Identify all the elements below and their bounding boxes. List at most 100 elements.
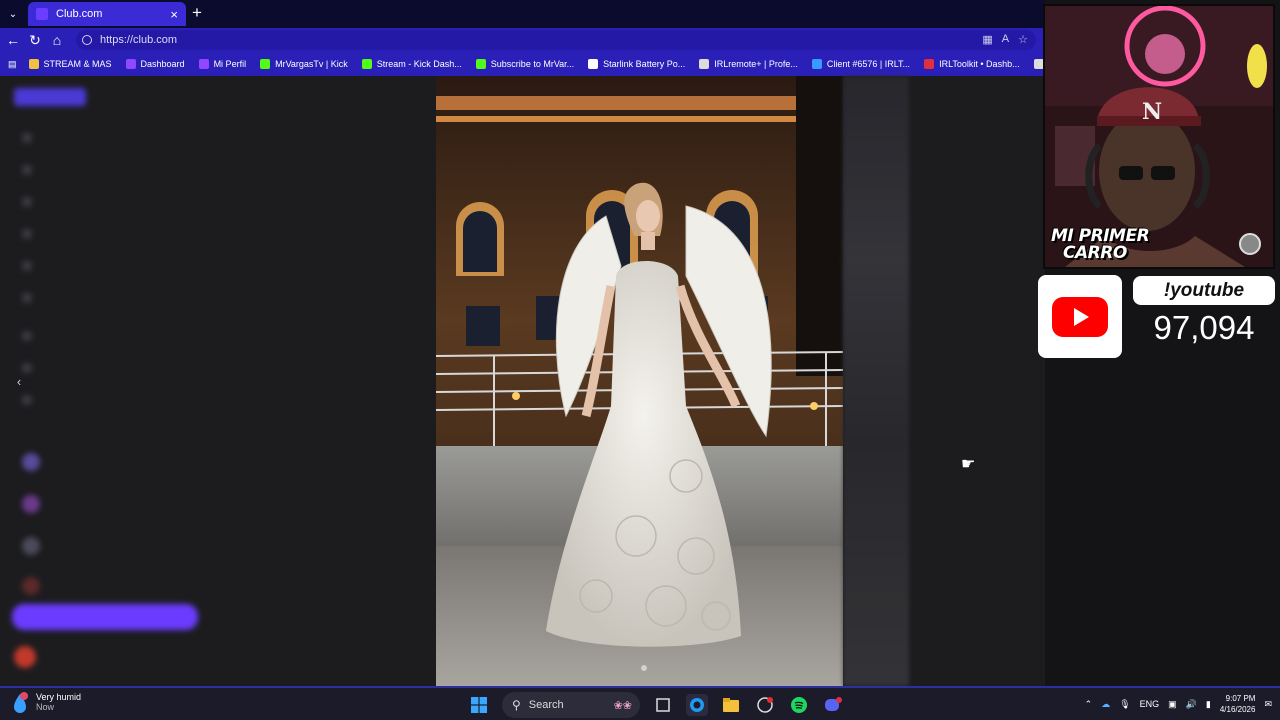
url-text: https://club.com	[100, 34, 178, 46]
svg-text:N: N	[1142, 99, 1162, 125]
hand-cursor-icon: ☛	[961, 456, 976, 473]
taskbar-search[interactable]: ⚲ Search ❀❀	[502, 692, 640, 718]
bookmark-label: Client #6576 | IRLT...	[826, 59, 911, 69]
sidebar-user[interactable]	[22, 537, 56, 555]
windows-taskbar: Very humid Now ⚲ Search ❀❀ ⌃ ☁ 🎙 ENG ▣ 🔊…	[0, 686, 1280, 720]
blurred-sidebar	[0, 76, 210, 686]
sidebar-item[interactable]	[22, 260, 48, 272]
bookmark-favicon-icon	[125, 59, 136, 69]
bookmark-label: Mi Perfil	[213, 59, 247, 69]
bookmark-favicon-icon	[361, 59, 372, 69]
edge-browser-icon[interactable]	[686, 694, 708, 716]
bookmark-favicon-icon	[260, 59, 271, 69]
file-explorer-icon[interactable]	[720, 694, 742, 716]
bookmark-label: Starlink Battery Po...	[603, 59, 686, 69]
tab-list-chevron-icon[interactable]: ⌄	[4, 5, 22, 23]
bookmark-favicon-icon	[699, 59, 710, 69]
sidebar-item[interactable]	[22, 228, 48, 240]
bookmark-item[interactable]: Starlink Battery Po...	[588, 59, 685, 69]
bookmark-label: IRLToolkit • Dashb...	[939, 59, 1020, 69]
bookmark-favicon-icon	[475, 59, 486, 69]
bookmark-label: Subscribe to MrVar...	[490, 59, 575, 69]
read-aloud-icon[interactable]: A	[1002, 33, 1009, 46]
sidebar-user[interactable]	[22, 495, 56, 513]
bookmark-favicon-icon	[924, 59, 935, 69]
new-tab-button[interactable]: +	[192, 4, 202, 22]
discord-icon[interactable]	[822, 694, 844, 716]
notifications-icon[interactable]: ✉	[1264, 699, 1272, 710]
youtube-logo	[1038, 275, 1122, 358]
blurred-cta-button[interactable]	[12, 604, 198, 630]
sidebar-item[interactable]	[22, 394, 48, 406]
bookmark-item[interactable]: MrVargasTv | Kick	[260, 59, 348, 69]
photo-illustration	[436, 76, 843, 686]
address-bar[interactable]: https://club.com ▦ A ☆	[76, 30, 1036, 50]
weather-icon	[10, 692, 30, 713]
youtube-command-label: !youtube	[1133, 276, 1275, 305]
sidebar-user[interactable]	[22, 577, 56, 595]
sidebar-toggle-icon[interactable]: ▤	[8, 59, 17, 70]
bookmark-label: STREAM & MAS	[43, 59, 112, 69]
bookmark-item[interactable]: Mi Perfil	[198, 59, 247, 69]
bookmark-item[interactable]: Client #6576 | IRLT...	[811, 59, 911, 69]
bookmark-favicon-icon	[588, 59, 599, 69]
reload-icon[interactable]: ↻	[24, 29, 46, 51]
language-indicator[interactable]: ENG	[1140, 699, 1160, 709]
search-icon: ⚲	[512, 698, 521, 712]
caption-line-2: CARRO	[1063, 243, 1127, 263]
sidebar-item[interactable]	[22, 164, 48, 176]
bookmarks-bar: ▤ STREAM & MAS Dashboard Mi Perfil MrVargas…	[0, 52, 1135, 76]
bookmark-favicon-icon	[28, 59, 39, 69]
spotify-icon[interactable]	[788, 694, 810, 716]
webcam-caption: MI PRIMER CARRO	[1051, 228, 1150, 263]
carousel-prev-icon[interactable]: ‹	[10, 372, 28, 390]
bookmark-item[interactable]: Dashboard	[125, 59, 185, 69]
site-logo	[14, 88, 86, 106]
clock-time: 9:07 PM	[1225, 694, 1256, 703]
bookmark-item[interactable]: IRLremote+ | Profe...	[699, 59, 798, 69]
battery-icon[interactable]: ▮	[1206, 699, 1211, 710]
bookmark-label: Dashboard	[140, 59, 185, 69]
bookmark-label: MrVargasTv | Kick	[275, 59, 348, 69]
sidebar-item[interactable]	[22, 196, 48, 208]
show-hidden-icons-icon[interactable]: ⌃	[1085, 699, 1093, 710]
task-view-icon[interactable]	[652, 694, 674, 716]
bookmark-label: IRLremote+ | Profe...	[714, 59, 798, 69]
weather-widget[interactable]: Very humid Now	[10, 692, 82, 713]
youtube-play-icon	[1052, 296, 1108, 337]
tab-club[interactable]: Club.com ×	[28, 2, 186, 26]
browser-toolbar: ← ↻ ⌂ https://club.com ▦ A ☆	[0, 28, 1045, 52]
volume-icon[interactable]: 🔊	[1186, 699, 1197, 710]
home-icon[interactable]: ⌂	[46, 29, 68, 51]
sidebar-item[interactable]	[22, 292, 48, 304]
network-icon[interactable]: ▣	[1168, 699, 1177, 710]
app-icon[interactable]: ▦	[982, 33, 992, 46]
start-windows-icon[interactable]	[468, 694, 490, 716]
back-icon[interactable]: ←	[2, 29, 24, 51]
sidebar-user[interactable]	[22, 453, 56, 471]
bookmark-item[interactable]: Stream - Kick Dash...	[361, 59, 462, 69]
sidebar-item[interactable]	[22, 330, 48, 342]
bookmark-item[interactable]: Subscribe to MrVar...	[475, 59, 575, 69]
bookmark-item[interactable]: IRLToolkit • Dashb...	[924, 59, 1020, 69]
weather-subtitle: Now	[36, 702, 55, 712]
system-tray: ⌃ ☁ 🎙 ENG ▣ 🔊 ▮ 9:07 PM 4/16/2026 ✉	[1085, 693, 1272, 715]
browser-tab-strip: ⌄ Club.com × +	[0, 0, 1045, 28]
account-avatar[interactable]	[14, 646, 36, 668]
clock[interactable]: 9:07 PM 4/16/2026	[1220, 693, 1256, 715]
weather-title: Very humid	[36, 692, 82, 702]
close-tab-icon[interactable]: ×	[170, 7, 178, 22]
microphone-icon[interactable]: 🎙	[1119, 699, 1130, 710]
taskbar-apps: ⚲ Search ❀❀	[468, 692, 844, 718]
sidebar-item[interactable]	[22, 132, 48, 144]
bookmark-favicon-icon	[198, 59, 209, 69]
site-favicon-icon	[36, 8, 48, 20]
bookmark-label: Stream - Kick Dash...	[376, 59, 462, 69]
search-label: Search	[528, 699, 564, 711]
webcam-overlay: N MI PRIMER CARRO	[1043, 4, 1275, 269]
onedrive-icon[interactable]: ☁	[1101, 699, 1110, 710]
bookmark-item[interactable]: STREAM & MAS	[28, 59, 112, 69]
obs-recording-icon[interactable]	[754, 694, 776, 716]
favorite-star-icon[interactable]: ☆	[1018, 33, 1028, 46]
site-info-icon[interactable]	[82, 35, 92, 45]
